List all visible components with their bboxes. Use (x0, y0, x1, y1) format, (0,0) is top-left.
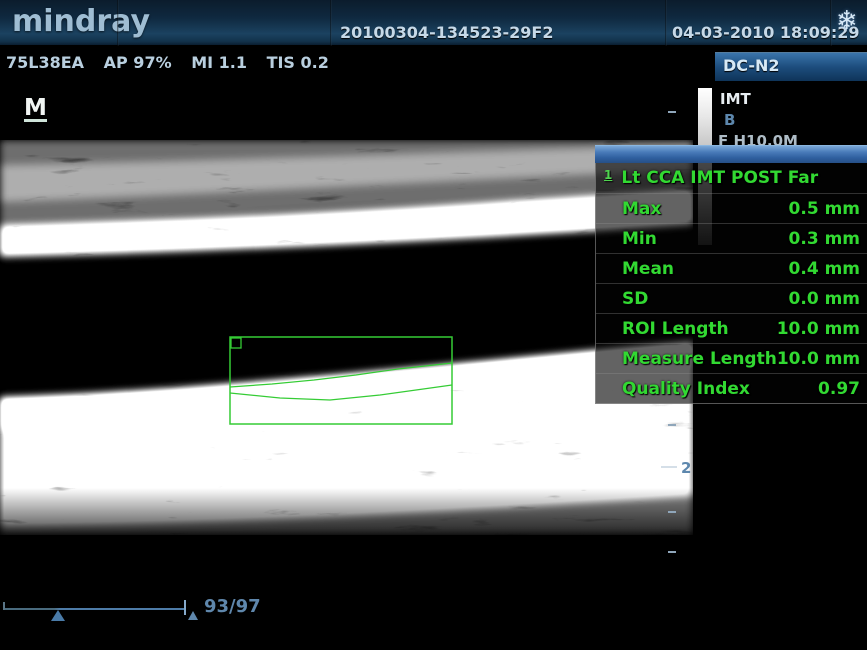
freeze-snowflake-icon[interactable]: ❄ (836, 6, 858, 36)
depth-tick (668, 511, 676, 513)
cine-end-marker (184, 600, 186, 615)
result-row-quality-index: Quality Index 0.97 (596, 373, 867, 403)
result-value: 0.5 mm (789, 199, 860, 219)
acoustic-power: AP 97% (104, 53, 172, 72)
result-row-max: Max 0.5 mm (596, 193, 867, 223)
result-row-sd: SD 0.0 mm (596, 283, 867, 313)
results-panel-titlebar (595, 145, 867, 163)
result-value: 0.3 mm (789, 229, 860, 249)
result-label: Mean (622, 259, 674, 279)
mindray-logo: mindray (12, 4, 150, 39)
cine-position-marker[interactable] (51, 610, 65, 621)
exam-id: 20100304-134523-29F2 (340, 23, 553, 42)
probe-model: 75L38EA (6, 53, 84, 72)
probe-orientation-marker: M (24, 95, 47, 122)
measurement-results-panel: 1 Lt CCA IMT POST Far Max 0.5 mm Min 0.3 … (595, 145, 867, 404)
top-bar: mindray 20100304-134523-29F2 04-03-2010 … (0, 0, 867, 46)
result-value: 0.97 (818, 379, 860, 399)
cine-end-arrow-icon (188, 611, 198, 620)
results-panel-body: 1 Lt CCA IMT POST Far Max 0.5 mm Min 0.3 … (595, 163, 867, 404)
result-label: ROI Length (622, 319, 729, 339)
cine-scrollbar[interactable] (3, 608, 186, 610)
cine-frame-counter: 93/97 (204, 596, 261, 617)
result-row-measure-length: Measure Length 10.0 mm (596, 343, 867, 373)
results-title-row: 1 Lt CCA IMT POST Far (596, 163, 867, 193)
depth-tick (668, 551, 676, 553)
result-label: Max (622, 199, 661, 219)
result-value: 10.0 mm (777, 319, 860, 339)
depth-tick-major (661, 466, 677, 468)
result-row-min: Min 0.3 mm (596, 223, 867, 253)
result-label: Measure Length (622, 349, 777, 369)
submode-label: B (724, 111, 735, 129)
imaging-mode-label: IMT (720, 90, 751, 108)
thermal-index: TIS 0.2 (267, 53, 329, 72)
cine-start-tick (3, 602, 5, 610)
result-label: Quality Index (622, 379, 750, 399)
topbar-divider (330, 0, 332, 46)
depth-tick (668, 424, 676, 426)
result-value: 10.0 mm (777, 349, 860, 369)
result-row-mean: Mean 0.4 mm (596, 253, 867, 283)
measurement-title: Lt CCA IMT POST Far (621, 168, 818, 188)
depth-fade (0, 488, 693, 535)
system-model-label: DC-N2 (723, 56, 780, 75)
orientation-marker-letter: M (24, 95, 47, 121)
result-label: SD (622, 289, 648, 309)
mechanical-index: MI 1.1 (191, 53, 247, 72)
topbar-divider (117, 0, 119, 46)
datetime: 04-03-2010 18:09:29 (672, 23, 860, 42)
probe-status-line: 75L38EA AP 97% MI 1.1 TIS 0.2 (6, 53, 343, 72)
result-row-roi-length: ROI Length 10.0 mm (596, 313, 867, 343)
topbar-divider (665, 0, 667, 46)
depth-tick (668, 111, 676, 113)
measurement-index: 1 (604, 168, 612, 182)
ultrasound-render (0, 140, 693, 535)
ultrasound-image[interactable] (0, 140, 693, 535)
result-value: 0.4 mm (789, 259, 860, 279)
system-model-tab: DC-N2 (715, 52, 867, 81)
depth-label: 2 (681, 459, 691, 477)
result-value: 0.0 mm (789, 289, 860, 309)
result-label: Min (622, 229, 657, 249)
